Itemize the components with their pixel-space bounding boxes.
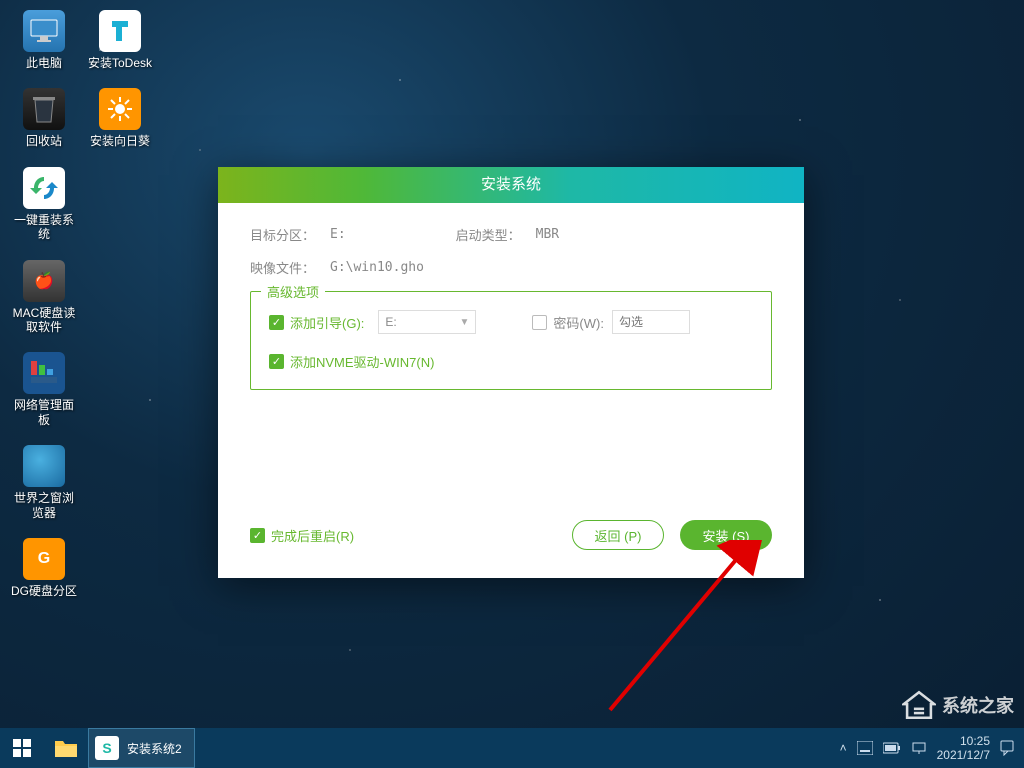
target-partition-value: E: — [330, 227, 346, 242]
chevron-down-icon: ▼ — [459, 317, 469, 328]
icon-label: 一键重装系统 — [10, 213, 78, 242]
boot-drive-dropdown[interactable]: E: ▼ — [378, 310, 476, 334]
icon-label: 安装ToDesk — [88, 56, 152, 70]
boot-drive-value: E: — [385, 315, 396, 329]
clock-time: 10:25 — [937, 734, 990, 748]
restart-after-checkbox[interactable]: ✓ 完成后重启(R) — [250, 526, 354, 545]
start-button[interactable] — [0, 728, 44, 768]
desktop-icon-diskgenius[interactable]: G DG硬盘分区 — [10, 538, 78, 598]
check-icon: ✓ — [250, 528, 265, 543]
windows-icon — [13, 739, 31, 757]
icon-label: DG硬盘分区 — [11, 584, 77, 598]
desktop-icon-this-pc[interactable]: 此电脑 — [10, 10, 78, 70]
network-icon — [23, 352, 65, 394]
taskbar-task-installer[interactable]: S 安装系统2 — [88, 728, 195, 768]
add-boot-checkbox[interactable]: ✓ 添加引导(G): — [269, 313, 364, 332]
desktop-icon-todesk[interactable]: 安装ToDesk — [86, 10, 154, 70]
check-icon: ✓ — [269, 354, 284, 369]
keyboard-icon[interactable] — [857, 741, 873, 755]
notifications-icon[interactable] — [1000, 740, 1014, 756]
tray-up-icon[interactable]: ˄ — [840, 741, 847, 755]
advanced-options-group: 高级选项 ✓ 添加引导(G): E: ▼ 密码(W): ✓ — [250, 291, 772, 390]
desktop-icon-recycle[interactable]: 回收站 — [10, 88, 78, 148]
file-explorer-button[interactable] — [44, 728, 88, 768]
watermark: 系统之家 — [902, 690, 1014, 720]
icon-label: 网络管理面板 — [10, 398, 78, 427]
install-button[interactable]: 安装 (S) — [680, 520, 772, 550]
add-nvme-checkbox[interactable]: ✓ 添加NVME驱动-WIN7(N) — [269, 352, 434, 371]
desktop-icon-netpanel[interactable]: 网络管理面板 — [10, 352, 78, 427]
advanced-legend: 高级选项 — [261, 282, 325, 301]
apple-icon: 🍎 — [23, 260, 65, 302]
watermark-text: 系统之家 — [942, 692, 1014, 718]
icon-label: 回收站 — [26, 134, 62, 148]
icon-label: 世界之窗浏览器 — [10, 491, 78, 520]
icon-label: MAC硬盘读取软件 — [10, 306, 78, 335]
globe-icon — [23, 445, 65, 487]
sunflower-icon — [99, 88, 141, 130]
dialog-title: 安装系统 — [218, 167, 804, 203]
checkbox-empty-icon — [532, 315, 547, 330]
desktop-icon-macread[interactable]: 🍎 MAC硬盘读取软件 — [10, 260, 78, 335]
password-label: 密码(W): — [553, 313, 604, 332]
network-tray-icon[interactable] — [911, 741, 927, 755]
password-checkbox[interactable] — [532, 315, 547, 330]
reinstall-icon — [23, 167, 65, 209]
folder-icon — [54, 738, 78, 758]
todesk-icon — [99, 10, 141, 52]
back-button[interactable]: 返回 (P) — [572, 520, 664, 550]
clock-date: 2021/12/7 — [937, 748, 990, 762]
image-file-value: G:\win10.gho — [330, 260, 424, 275]
house-icon — [902, 690, 936, 720]
boot-type-value: MBR — [536, 227, 559, 242]
desktop-icon-theworld[interactable]: 世界之窗浏览器 — [10, 445, 78, 520]
taskbar-clock[interactable]: 10:25 2021/12/7 — [937, 734, 990, 763]
recycle-icon — [23, 88, 65, 130]
battery-icon[interactable] — [883, 741, 901, 755]
diskgenius-icon: G — [23, 538, 65, 580]
target-partition-label: 目标分区： — [250, 225, 324, 244]
desktop-icon-sunflower[interactable]: 安装向日葵 — [86, 88, 154, 148]
task-label: 安装系统2 — [127, 740, 182, 757]
check-icon: ✓ — [269, 315, 284, 330]
installer-icon: S — [95, 736, 119, 760]
boot-type-label: 启动类型： — [456, 225, 530, 244]
image-file-label: 映像文件： — [250, 258, 324, 277]
taskbar: S 安装系统2 ˄ 10:25 2021/12/7 — [0, 728, 1024, 768]
restart-label: 完成后重启(R) — [271, 526, 354, 545]
monitor-icon — [23, 10, 65, 52]
add-nvme-label: 添加NVME驱动-WIN7(N) — [290, 352, 434, 371]
add-boot-label: 添加引导(G): — [290, 313, 364, 332]
icon-label: 安装向日葵 — [90, 134, 150, 148]
system-tray: ˄ 10:25 2021/12/7 — [840, 734, 1024, 763]
password-input[interactable] — [612, 310, 690, 334]
desktop-icon-reinstall[interactable]: 一键重装系统 — [10, 167, 78, 242]
install-dialog: 安装系统 目标分区： E: 启动类型： MBR 映像文件： G:\win10.g… — [218, 167, 804, 578]
icon-label: 此电脑 — [26, 56, 62, 70]
